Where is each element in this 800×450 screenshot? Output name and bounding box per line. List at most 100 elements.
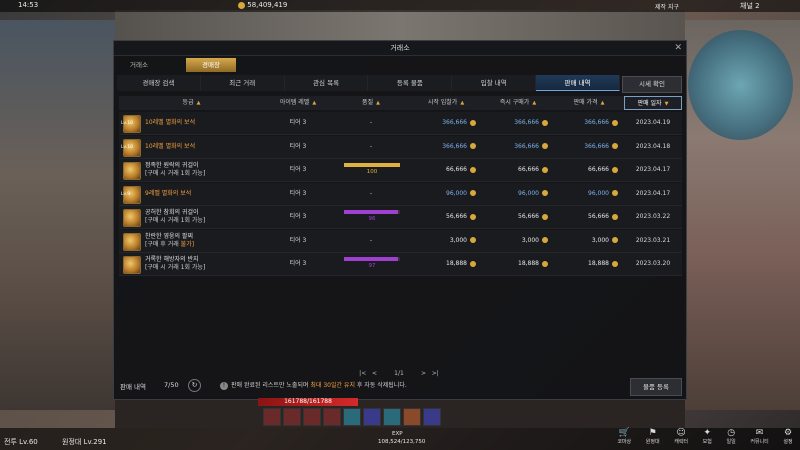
skill-slot[interactable]: [363, 408, 381, 426]
gold-icon: [470, 143, 476, 149]
skill-slot[interactable]: [403, 408, 421, 426]
table-row[interactable]: Lv.10 10레벨 멸화의 보석 티어 3-366,666 366,666 366,6…: [119, 112, 682, 135]
item-cell: 정족한 원락의 귀걸이 [구매 시 거래 1회 가능]: [119, 159, 264, 181]
item-trade-note: [구매 후 거래 불가]: [145, 240, 195, 248]
skill-slot[interactable]: [263, 408, 281, 426]
skill-slot[interactable]: [343, 408, 361, 426]
item-cell: 거록한 해방자의 반지 [구매 시 거래 1회 가능]: [119, 253, 264, 275]
tier-cell: 티어 3: [289, 119, 307, 126]
item-name-block: 9레벨 멸화의 보석: [145, 190, 191, 198]
item-name: 9레벨 멸화의 보석: [145, 189, 192, 197]
subtab-recent-trades[interactable]: 최근 거래: [201, 75, 285, 91]
sort-arrow-icon: ▲: [532, 100, 537, 106]
next-page-icon[interactable]: >: [421, 370, 426, 377]
skill-slot[interactable]: [383, 408, 401, 426]
subtab-registered-items[interactable]: 등록 물품: [368, 75, 453, 91]
tier-cell: 티어 3: [289, 142, 307, 150]
skill-slot[interactable]: [283, 408, 301, 426]
tier-cell: 티어 3: [289, 236, 307, 244]
subtab-bid-history[interactable]: 입찰 내역: [452, 75, 537, 91]
menu-item[interactable]: ✦ 모험: [703, 428, 712, 450]
item-cell: 공허한 참회의 귀걸이 [구매 시 거래 1회 가능]: [119, 206, 264, 228]
subtab-watchlist[interactable]: 관심 목록: [285, 75, 369, 91]
subtab-sales-history[interactable]: 판매 내역: [536, 75, 620, 91]
close-icon[interactable]: ✕: [674, 42, 682, 54]
channel-selector[interactable]: 채널 2: [740, 1, 760, 11]
background-left-scene: [0, 20, 115, 410]
table-row[interactable]: 찬란한 영웅의 팔찌 [구매 후 거래 불가] 티어 3-3,000 3,000 3,0…: [119, 229, 682, 253]
sort-arrow-icon: ▲: [600, 100, 605, 106]
exp-label: EXP: [392, 431, 403, 437]
col-sale-date[interactable]: 판매 일자 ▼: [624, 96, 682, 110]
skill-slot[interactable]: [323, 408, 341, 426]
tab-auction[interactable]: 경매장: [186, 58, 236, 72]
buy-now-cell: 96,000: [482, 183, 554, 205]
menu-item[interactable]: ⚙ 설정: [783, 428, 792, 450]
menu-item[interactable]: ◷ 일일: [727, 428, 736, 450]
first-page-icon[interactable]: |<: [359, 370, 366, 377]
quality-cell: 100: [332, 159, 410, 181]
quality-cell: -: [332, 183, 410, 205]
menu-item[interactable]: ⚑ 원정대: [646, 428, 660, 450]
sort-arrow-icon: ▲: [312, 100, 317, 106]
subtab-bar: 경매장 검색 최근 거래 관심 목록 등록 물품 입찰 내역 판매 내역: [117, 75, 620, 91]
menu-item[interactable]: ☺ 캐릭터: [674, 428, 688, 450]
skill-slot[interactable]: [423, 408, 441, 426]
col-sale-price[interactable]: 판매 가격 ▲: [554, 96, 624, 110]
sale-price-cell: 366,666: [554, 112, 624, 134]
col-buy-now[interactable]: 즉시 구매가 ▲: [482, 96, 554, 110]
table-row[interactable]: 거록한 해방자의 반지 [구매 시 거래 1회 가능] 티어 3 97 18,888 18…: [119, 253, 682, 276]
menu-item[interactable]: ✉ 커뮤니티: [750, 428, 768, 450]
sale-date-cell: 2023.03.20: [635, 260, 671, 267]
item-cell: Lv.9 9레벨 멸화의 보석: [119, 183, 264, 205]
table-row[interactable]: 공허한 참회의 귀걸이 [구매 시 거래 1회 가능] 티어 3 96 56,666 56…: [119, 206, 682, 229]
skill-bar: [263, 408, 443, 428]
item-name-block: 10레벨 멸화의 보석: [145, 143, 195, 151]
sort-arrow-icon: ▼: [664, 101, 669, 107]
col-grade[interactable]: 등급 ▲: [119, 96, 264, 110]
quality-bar-fill: [344, 210, 398, 214]
gold-icon: [470, 190, 476, 196]
buy-now-cell: 66,666: [482, 159, 554, 181]
item-trade-note: [구매 시 거래 1회 가능]: [145, 217, 206, 224]
gold-icon: [470, 213, 476, 220]
start-bid-cell: 18,888: [410, 253, 482, 275]
item-name: 정족한 원락의 귀걸이: [145, 162, 199, 169]
subtab-auction-search[interactable]: 경매장 검색: [117, 75, 201, 91]
gold-icon: [612, 260, 618, 267]
info-icon: !: [220, 382, 228, 390]
col-quality[interactable]: 품질 ▲: [332, 96, 410, 110]
start-bid-cell: 3,000: [410, 230, 482, 252]
register-item-button[interactable]: 물품 등록: [630, 378, 682, 396]
table-row[interactable]: Lv.10 10레벨 멸화의 보석 티어 3-366,666 366,666 366,6…: [119, 135, 682, 159]
gold-icon: [470, 119, 476, 126]
gold-icon: [612, 237, 618, 243]
menu-item[interactable]: 🛒 코마상: [617, 428, 631, 450]
quality-cell: 96: [332, 206, 410, 228]
table-row[interactable]: 정족한 원락의 귀걸이 [구매 시 거래 1회 가능] 티어 3 100 66,666 6…: [119, 159, 682, 182]
hp-bar: 161788/161788: [258, 398, 358, 406]
col-start-bid[interactable]: 시작 입찰가 ▲: [410, 96, 482, 110]
prev-page-icon[interactable]: <: [372, 370, 377, 377]
refresh-icon[interactable]: ↻: [188, 379, 201, 392]
skill-slot[interactable]: [303, 408, 321, 426]
item-icon: [123, 209, 141, 227]
last-page-icon[interactable]: >|: [432, 370, 439, 377]
price-check-button[interactable]: 시세 확인: [622, 76, 682, 93]
gold-icon: [542, 260, 548, 267]
quality-cell: -: [332, 112, 410, 134]
tab-exchange[interactable]: 거래소: [120, 59, 158, 72]
item-name: 10레벨 멸화의 보석: [145, 142, 196, 150]
item-cell: Lv.10 10레벨 멸화의 보석: [119, 112, 264, 134]
item-name-block: 정족한 원락의 귀걸이 [구매 시 거래 1회 가능]: [145, 162, 205, 178]
sort-arrow-icon: ▲: [376, 100, 380, 106]
quality-value: 96: [368, 216, 376, 222]
item-cell: Lv.10 10레벨 멸화의 보석: [119, 136, 264, 158]
buy-now-cell: 366,666: [482, 112, 554, 134]
col-item-level[interactable]: 아이템 레벨 ▲: [264, 96, 332, 110]
gold-icon: [542, 213, 548, 220]
minimap[interactable]: [688, 30, 793, 140]
buy-now-cell: 56,666: [482, 206, 554, 228]
table-row[interactable]: Lv.9 9레벨 멸화의 보석 티어 3-96,000 96,000 96,000 202…: [119, 182, 682, 206]
sale-price-cell: 366,666: [554, 136, 624, 158]
